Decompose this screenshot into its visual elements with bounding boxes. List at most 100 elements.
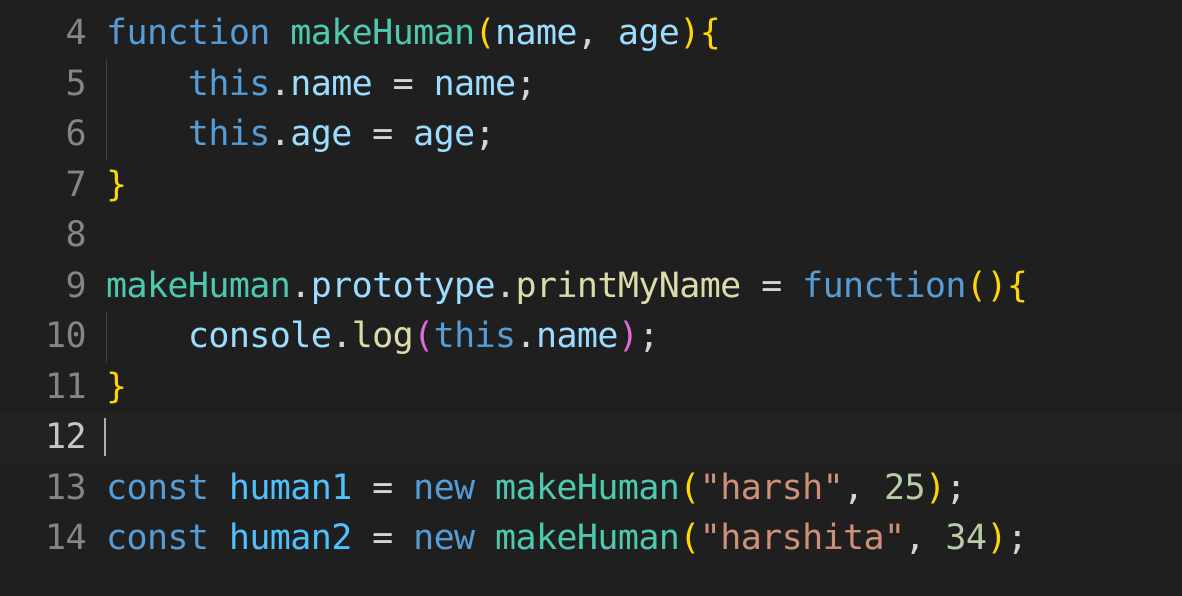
line-number: 6 <box>65 114 87 154</box>
code-token: ( <box>679 518 700 558</box>
code-token: ; <box>638 316 659 356</box>
code-token: ) <box>617 316 639 356</box>
text-cursor <box>104 418 106 456</box>
code-line[interactable]: 10 console.log(this.name); <box>0 311 1182 362</box>
code-line[interactable]: 12 <box>0 412 1182 463</box>
code-text[interactable]: function makeHuman(name, age){ <box>106 8 721 59</box>
code-token: , <box>576 13 618 53</box>
code-token: 34 <box>945 518 987 558</box>
code-token: this <box>187 63 270 104</box>
code-token: . <box>331 316 352 356</box>
line-number: 12 <box>45 417 87 457</box>
code-token: age <box>617 13 680 53</box>
code-text[interactable]: } <box>106 160 127 211</box>
code-token: ; <box>1006 518 1028 558</box>
code-token: console <box>187 316 332 356</box>
code-token: ; <box>945 467 966 508</box>
line-number: 14 <box>45 518 87 558</box>
code-text[interactable]: } <box>106 362 127 413</box>
code-token: ; <box>474 114 496 154</box>
line-number: 7 <box>65 164 87 205</box>
code-token: 25 <box>884 467 926 508</box>
code-token: age <box>413 114 475 154</box>
code-token: = <box>740 265 803 306</box>
code-token: const <box>106 467 209 508</box>
code-token: . <box>515 316 536 356</box>
code-token: ; <box>515 63 536 104</box>
code-token: ) <box>679 13 700 53</box>
code-token: } <box>106 164 127 205</box>
code-token: function <box>106 13 270 53</box>
line-number: 13 <box>45 467 87 508</box>
code-token: makeHuman <box>495 518 680 558</box>
code-token: makeHuman <box>106 265 291 306</box>
code-token: ) <box>924 467 946 508</box>
code-token: printMyName <box>515 265 741 306</box>
code-line[interactable]: 8 <box>0 210 1182 261</box>
code-token: prototype <box>310 265 496 306</box>
code-token: makeHuman <box>495 467 680 508</box>
code-token: new <box>413 518 475 558</box>
line-number: 10 <box>45 316 87 356</box>
code-text[interactable]: console.log(this.name); <box>106 311 660 362</box>
line-number: 4 <box>65 13 87 53</box>
line-number: 11 <box>45 366 87 407</box>
code-token: = <box>351 114 414 154</box>
code-token: ( <box>679 467 700 508</box>
code-text[interactable]: this.age = age; <box>106 109 496 160</box>
code-editor[interactable]: 4 function makeHuman(name, age){5 this.na… <box>0 0 1182 596</box>
code-line[interactable]: 5 this.name = name; <box>0 58 1182 110</box>
code-token: "harshita" <box>699 518 905 558</box>
code-token: , <box>904 518 946 558</box>
code-text[interactable]: this.name = name; <box>106 59 537 110</box>
code-line[interactable]: 7} <box>0 160 1182 211</box>
code-token: name <box>495 13 577 53</box>
code-text[interactable]: makeHuman.prototype.printMyName = functi… <box>106 261 1028 312</box>
line-number: 8 <box>65 215 87 255</box>
code-line[interactable]: 13 const human1 = new makeHuman("harsh", … <box>0 463 1182 514</box>
code-line[interactable]: 11} <box>0 362 1182 413</box>
code-token: name <box>290 63 373 104</box>
code-token: ( <box>965 265 987 306</box>
code-token: age <box>290 114 352 154</box>
code-token: . <box>290 265 311 306</box>
code-line[interactable]: 14 const human2 = new makeHuman("harshita… <box>0 513 1182 564</box>
code-token: } <box>106 366 127 407</box>
code-token: { <box>699 13 721 53</box>
code-token: = <box>372 63 434 104</box>
code-token: new <box>413 467 475 508</box>
code-token: "harsh" <box>699 467 844 508</box>
code-token: . <box>269 63 291 104</box>
line-number: 5 <box>65 63 87 104</box>
code-line[interactable]: 9 makeHuman.prototype.printMyName = funct… <box>0 261 1182 312</box>
code-token: = <box>351 518 414 558</box>
code-token: const <box>106 518 209 558</box>
code-token: ( <box>474 13 496 53</box>
code-token: this <box>187 114 270 154</box>
code-token: , <box>843 467 885 508</box>
code-line[interactable]: 6 this.age = age; <box>0 109 1182 160</box>
code-token: . <box>494 265 516 306</box>
code-token: human1 <box>228 467 352 508</box>
code-token: human2 <box>228 518 352 558</box>
code-token: log <box>351 316 414 356</box>
code-token: = <box>351 467 414 508</box>
code-token: ) <box>986 265 1007 306</box>
code-text[interactable]: const human1 = new makeHuman("harsh", 25… <box>106 463 967 514</box>
code-line[interactable]: 4 function makeHuman(name, age){ <box>0 8 1182 59</box>
code-token: this <box>433 316 516 356</box>
code-token: { <box>1006 265 1028 306</box>
code-token: name <box>433 63 516 104</box>
code-token: function <box>802 265 966 306</box>
code-token: . <box>269 114 291 154</box>
line-number: 9 <box>65 265 87 306</box>
code-text[interactable]: const human2 = new makeHuman("harshita",… <box>106 513 1028 564</box>
